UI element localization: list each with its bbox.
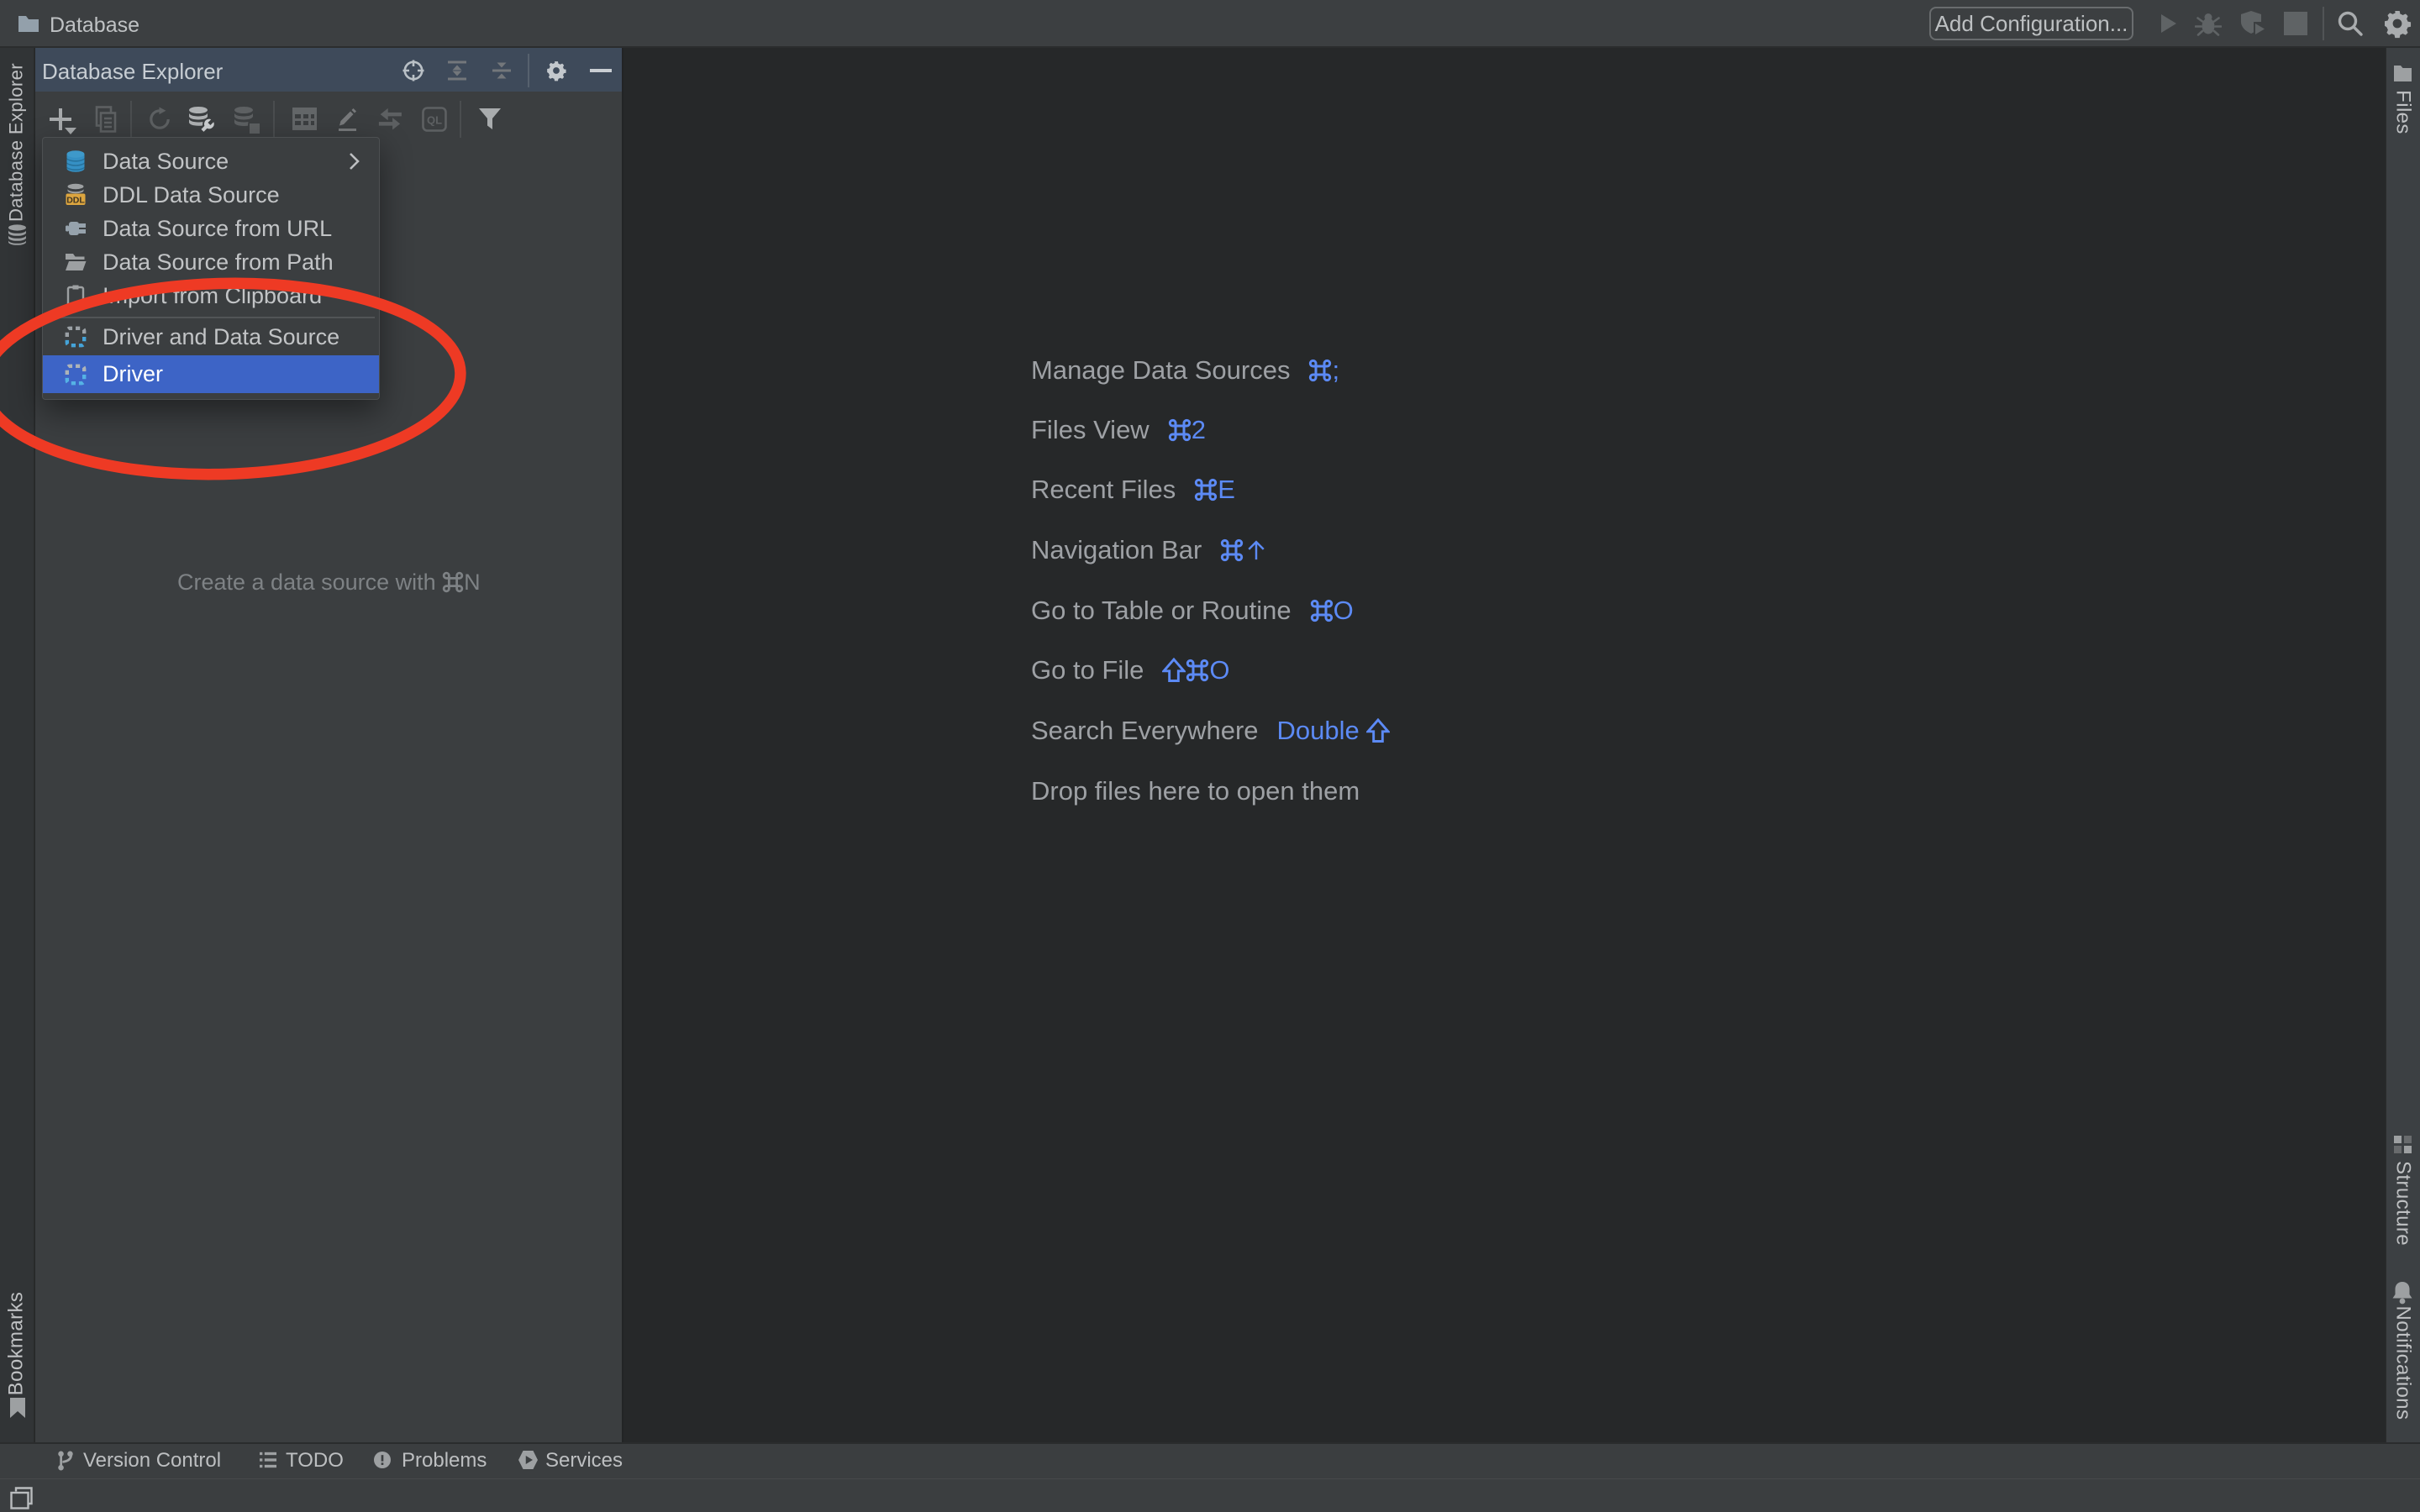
- svg-text:QL: QL: [427, 114, 442, 127]
- svg-text:DDL: DDL: [66, 195, 85, 205]
